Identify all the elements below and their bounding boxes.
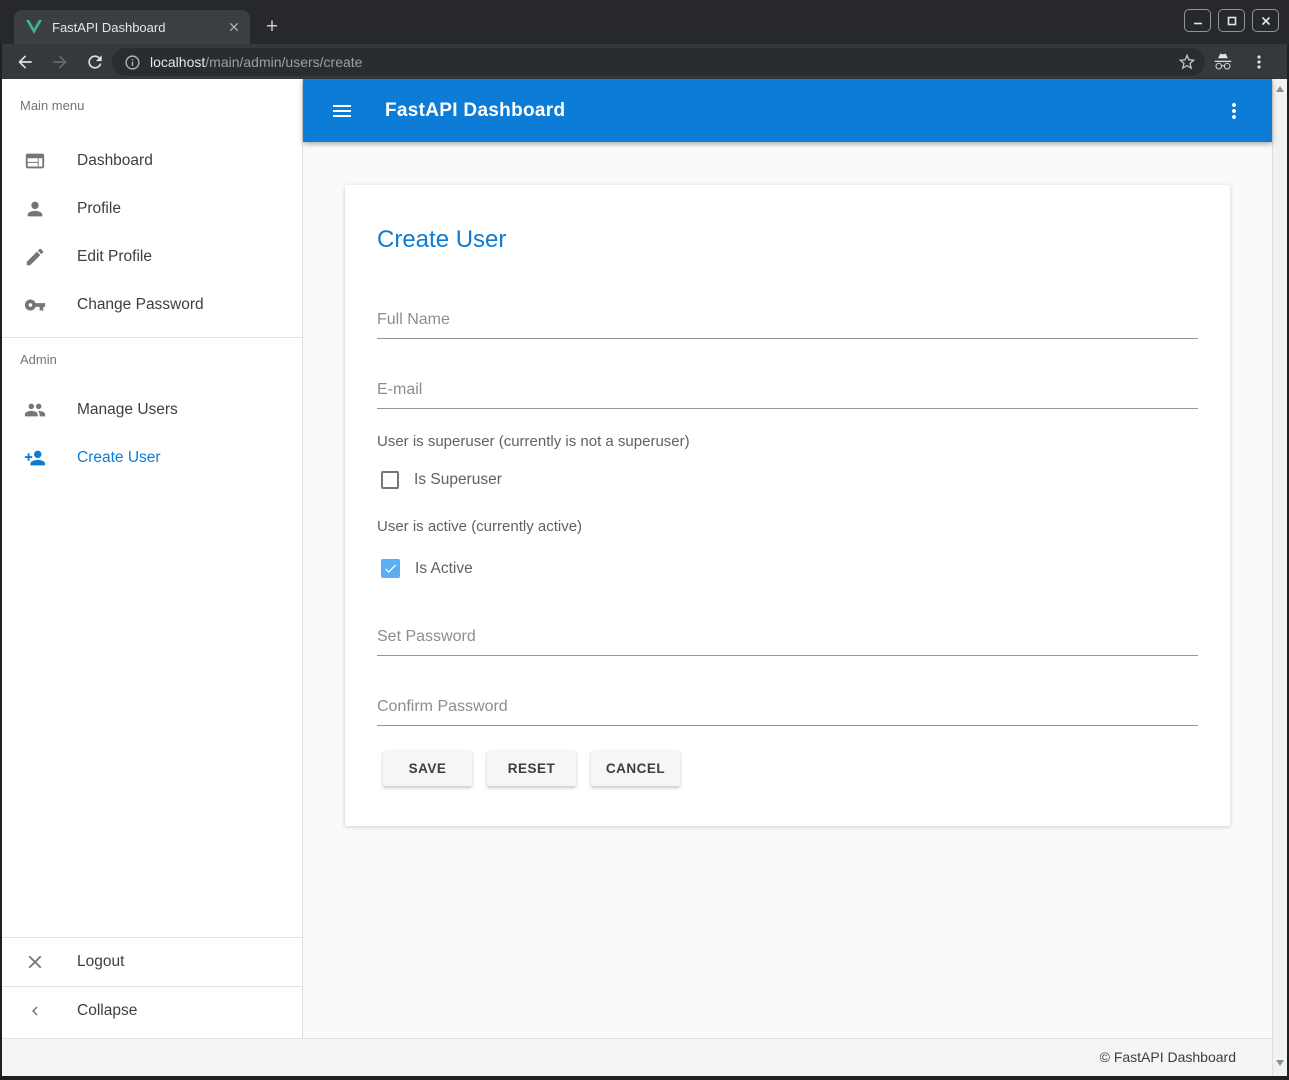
url-host: localhost [150,54,205,70]
sidebar-item-edit-profile[interactable]: Edit Profile [2,233,302,281]
save-button[interactable]: SAVE [383,750,472,786]
new-tab-button[interactable]: + [258,13,286,41]
close-window-button[interactable] [1252,9,1279,32]
sidebar-item-change-password[interactable]: Change Password [2,281,302,329]
back-icon[interactable] [13,50,37,74]
checkbox-label: Is Active [415,560,473,578]
reset-button[interactable]: RESET [487,750,576,786]
app-title: FastAPI Dashboard [385,100,565,122]
sidebar-item-create-user[interactable]: Create User [2,434,302,482]
page: Main menu Dashboard Profile Edit Profile [2,79,1272,1076]
browser-window: FastAPI Dashboard + [0,0,1289,1080]
browser-menu-icon[interactable] [1247,50,1271,74]
sidebar-item-label: Edit Profile [77,248,152,266]
sidebar-item-label: Change Password [77,296,204,314]
hamburger-menu-icon[interactable] [330,99,354,123]
scrollbar[interactable] [1272,79,1287,1076]
browser-tab[interactable]: FastAPI Dashboard [14,10,250,44]
scroll-up-icon[interactable] [1276,86,1284,92]
app-menu-kebab-icon[interactable] [1222,99,1246,123]
tab-close-icon[interactable] [225,19,242,36]
sidebar: Main menu Dashboard Profile Edit Profile [2,79,303,1038]
site-info-icon[interactable] [124,54,141,71]
sidebar-item-label: Manage Users [77,401,178,419]
sidebar-item-label: Dashboard [77,152,153,170]
form-title: Create User [377,226,1198,254]
close-icon [23,950,47,974]
forward-icon[interactable] [48,50,72,74]
set-password-input[interactable] [377,628,1198,656]
sidebar-item-logout[interactable]: Logout [2,938,302,986]
sidebar-item-dashboard[interactable]: Dashboard [2,137,302,185]
chevron-left-icon [23,999,47,1023]
sidebar-item-manage-users[interactable]: Manage Users [2,386,302,434]
full-name-input[interactable] [377,311,1198,339]
person-icon [23,197,47,221]
browser-toolbar: localhost/main/admin/users/create [2,44,1287,79]
key-icon [23,293,47,317]
browser-titlebar: FastAPI Dashboard + [0,0,1289,44]
sidebar-item-label: Collapse [77,1002,137,1020]
checkbox-label: Is Superuser [414,471,502,489]
create-user-card: Create User User is superuser (currently… [345,185,1230,826]
address-bar[interactable]: localhost/main/admin/users/create [112,48,1205,76]
pencil-icon [23,245,47,269]
sidebar-section-main-menu: Main menu [2,96,302,116]
person-add-icon [23,446,47,470]
maximize-button[interactable] [1218,9,1245,32]
form-actions: SAVE RESET CANCEL [377,750,1198,786]
sidebar-item-label: Logout [77,953,124,971]
scroll-down-icon[interactable] [1276,1060,1284,1066]
sidebar-item-label: Create User [77,449,161,467]
email-input[interactable] [377,381,1198,409]
minimize-button[interactable] [1184,9,1211,32]
checkbox-checked-icon[interactable] [381,559,400,578]
is-active-checkbox[interactable]: Is Active [381,559,1198,578]
dashboard-icon [23,149,47,173]
url-text[interactable]: localhost/main/admin/users/create [150,54,1177,70]
sidebar-item-label: Profile [77,200,121,218]
cancel-button[interactable]: CANCEL [591,750,680,786]
superuser-note: User is superuser (currently is not a su… [377,433,1198,450]
incognito-icon [1211,50,1235,74]
tab-title: FastAPI Dashboard [52,20,225,35]
active-note: User is active (currently active) [377,518,1198,535]
checkbox-unchecked-icon[interactable] [381,471,399,489]
toolbar-right [1211,44,1283,79]
url-path: /main/admin/users/create [205,54,362,70]
sidebar-divider [2,337,302,338]
confirm-password-input[interactable] [377,698,1198,726]
people-icon [23,398,47,422]
sidebar-item-collapse[interactable]: Collapse [2,987,302,1035]
is-superuser-checkbox[interactable]: Is Superuser [381,471,1198,489]
bookmark-star-icon[interactable] [1177,52,1197,72]
sidebar-item-profile[interactable]: Profile [2,185,302,233]
sidebar-section-admin: Admin [2,350,302,370]
reload-icon[interactable] [83,50,107,74]
page-footer: © FastAPI Dashboard [2,1038,1272,1076]
window-controls [1184,9,1279,32]
main-content: Create User User is superuser (currently… [303,142,1272,1038]
app-bar: FastAPI Dashboard [303,79,1272,142]
sidebar-bottom: Logout Collapse [2,937,302,1038]
vue-logo-icon [26,20,42,34]
